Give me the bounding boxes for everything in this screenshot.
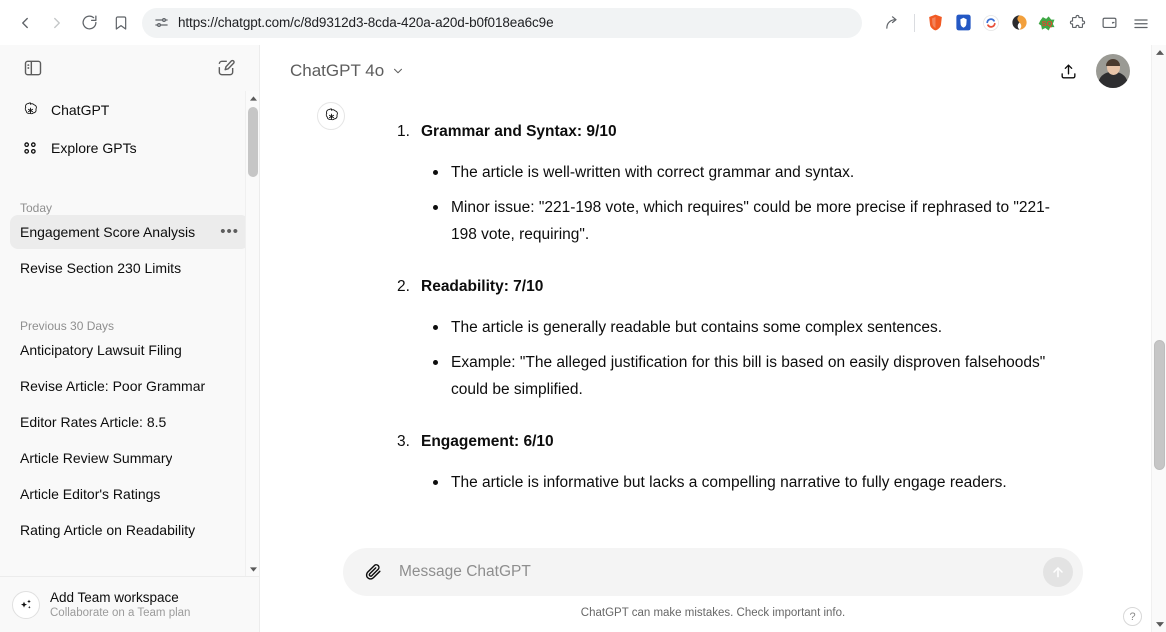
disclaimer-text: ChatGPT can make mistakes. Check importa… [580, 607, 846, 619]
extensions-puzzle-icon[interactable] [1062, 8, 1092, 38]
chat-item-title: Anticipatory Lawsuit Filing [20, 342, 182, 358]
share-chat-icon[interactable] [1052, 55, 1084, 87]
chat-item-title: Rating Article on Readability [20, 522, 196, 538]
brave-shields-icon[interactable] [922, 10, 948, 36]
chat-item-revise-section-230-limits[interactable]: Revise Section 230 Limits [10, 251, 249, 285]
bullet-item: Example: "The alleged justification for … [433, 349, 1073, 403]
bullet-item: The article is generally readable but co… [433, 314, 1073, 341]
bookmark-button[interactable] [106, 8, 136, 38]
bullet-item: Minor issue: "221-198 vote, which requir… [433, 194, 1073, 248]
chat-item-title: Revise Section 230 Limits [20, 260, 182, 276]
chat-item-title: Article Review Summary [20, 450, 173, 466]
site-settings-icon[interactable] [154, 15, 169, 30]
sidebar-item-chatgpt[interactable]: ChatGPT [10, 91, 249, 129]
new-chat-icon[interactable] [211, 53, 241, 83]
main-scroll-up-icon[interactable] [1152, 45, 1166, 60]
help-button[interactable]: ? [1123, 607, 1142, 626]
back-button[interactable] [10, 8, 40, 38]
composer-area: ChatGPT can make mistakes. Check importa… [260, 548, 1166, 632]
sidebar-item-explore-gpts[interactable]: Explore GPTs [10, 129, 249, 167]
browser-toolbar: https://chatgpt.com/c/8d9312d3-8cda-420a… [0, 0, 1166, 45]
chat-header: ChatGPT 4o [260, 45, 1166, 97]
1password-extension-icon[interactable] [950, 10, 976, 36]
browser-actions: SQ [877, 8, 1156, 38]
toolbar-divider [914, 13, 915, 32]
main-area: ChatGPT 4o Grammar and Syntax: 9/10 The … [260, 45, 1166, 632]
sidebar-scroll-region[interactable]: ChatGPT Explore GPTs Today Engagement Sc… [0, 91, 259, 576]
header-actions [1052, 54, 1150, 88]
sparkles-icon [12, 590, 40, 619]
sidebar-item-label: Explore GPTs [51, 140, 137, 156]
avatar[interactable] [1096, 54, 1130, 88]
sidebar-section-title-today: Today [20, 201, 53, 215]
chat-options-icon[interactable]: ••• [212, 224, 239, 239]
main-scrollbar-thumb[interactable] [1154, 340, 1165, 470]
answer-heading: Readability: 7/10 [421, 278, 544, 295]
chevron-down-icon [391, 64, 405, 78]
grammar-extension-icon[interactable] [1006, 10, 1032, 36]
add-team-workspace-button[interactable]: Add Team workspace Collaborate on a Team… [0, 576, 259, 632]
reload-button[interactable] [74, 8, 104, 38]
sidebar-item-label: ChatGPT [51, 102, 110, 118]
sq-extension-icon[interactable]: SQ [1034, 10, 1060, 36]
workspace-subtitle: Collaborate on a Team plan [50, 606, 191, 619]
brave-wallet-icon[interactable] [1094, 8, 1124, 38]
toggle-sidebar-icon[interactable] [18, 53, 48, 83]
sidebar-section-title-previous-30-days: Previous 30 Days [20, 319, 115, 333]
answer-heading: Engagement: 6/10 [421, 433, 554, 450]
answer-list: Grammar and Syntax: 9/10 The article is … [353, 97, 1073, 496]
assistant-message: Grammar and Syntax: 9/10 The article is … [317, 97, 1093, 496]
chat-item-title: Editor Rates Article: 8.5 [20, 414, 167, 430]
url-text: https://chatgpt.com/c/8d9312d3-8cda-420a… [178, 15, 554, 30]
sidebar-scrollbar-thumb[interactable] [248, 107, 258, 177]
conversation-scroll-region[interactable]: Grammar and Syntax: 9/10 The article is … [260, 97, 1166, 548]
sidebar: ChatGPT Explore GPTs Today Engagement Sc… [0, 45, 260, 632]
sidebar-scroll-down-icon[interactable] [246, 562, 260, 576]
chat-item-title: Article Editor's Ratings [20, 486, 161, 502]
send-button[interactable] [1043, 557, 1073, 587]
chat-item-article-review-summary[interactable]: Article Review Summary [10, 441, 249, 475]
avatar-hair [1106, 59, 1120, 66]
sync-extension-icon[interactable] [978, 10, 1004, 36]
composer[interactable] [343, 548, 1083, 596]
chat-item-article-editors-ratings[interactable]: Article Editor's Ratings [10, 477, 249, 511]
chat-item-title: Revise Article: Poor Grammar [20, 378, 206, 394]
share-page-icon[interactable] [877, 8, 907, 38]
answer-item: Readability: 7/10 The article is general… [397, 278, 1073, 403]
message-input[interactable] [387, 563, 1043, 581]
chat-item-anticipatory-lawsuit-filing[interactable]: Anticipatory Lawsuit Filing [10, 333, 249, 367]
page-content: ChatGPT Explore GPTs Today Engagement Sc… [0, 45, 1166, 632]
bullet-item: The article is well-written with correct… [433, 159, 1073, 186]
main-scroll-down-icon[interactable] [1152, 617, 1166, 632]
forward-button[interactable] [42, 8, 72, 38]
answer-bullets: The article is generally readable but co… [421, 314, 1073, 403]
grid-icon [20, 138, 40, 158]
openai-logo-icon [20, 100, 40, 120]
answer-item: Grammar and Syntax: 9/10 The article is … [397, 123, 1073, 248]
chat-item-engagement-score-analysis[interactable]: Engagement Score Analysis ••• [10, 215, 249, 249]
answer-heading: Grammar and Syntax: 9/10 [421, 123, 617, 140]
workspace-text-block: Add Team workspace Collaborate on a Team… [50, 590, 190, 620]
chat-item-title: Engagement Score Analysis [20, 224, 196, 240]
browser-menu-icon[interactable] [1126, 8, 1156, 38]
bullet-item: The article is informative but lacks a c… [433, 469, 1073, 496]
model-name: ChatGPT 4o [290, 61, 385, 80]
chat-item-revise-article-poor-grammar[interactable]: Revise Article: Poor Grammar [10, 369, 249, 403]
answer-bullets: The article is well-written with correct… [421, 159, 1073, 248]
openai-logo-icon [317, 102, 345, 130]
chat-item-rating-article-on-readability[interactable]: Rating Article on Readability [10, 513, 249, 547]
main-scrollbar[interactable] [1151, 45, 1166, 632]
answer-bullets: The article is informative but lacks a c… [421, 469, 1073, 496]
workspace-title: Add Team workspace [50, 589, 179, 605]
address-bar[interactable]: https://chatgpt.com/c/8d9312d3-8cda-420a… [142, 7, 862, 38]
model-selector[interactable]: ChatGPT 4o [280, 55, 415, 87]
svg-text:SQ: SQ [1042, 18, 1053, 27]
chat-item-editor-rates-article[interactable]: Editor Rates Article: 8.5 [10, 405, 249, 439]
answer-item: Engagement: 6/10 The article is informat… [397, 433, 1073, 496]
sidebar-header [0, 45, 259, 91]
attach-file-icon[interactable] [359, 558, 387, 586]
sidebar-scrollbar[interactable] [245, 91, 259, 576]
sidebar-scroll-up-icon[interactable] [246, 91, 260, 105]
